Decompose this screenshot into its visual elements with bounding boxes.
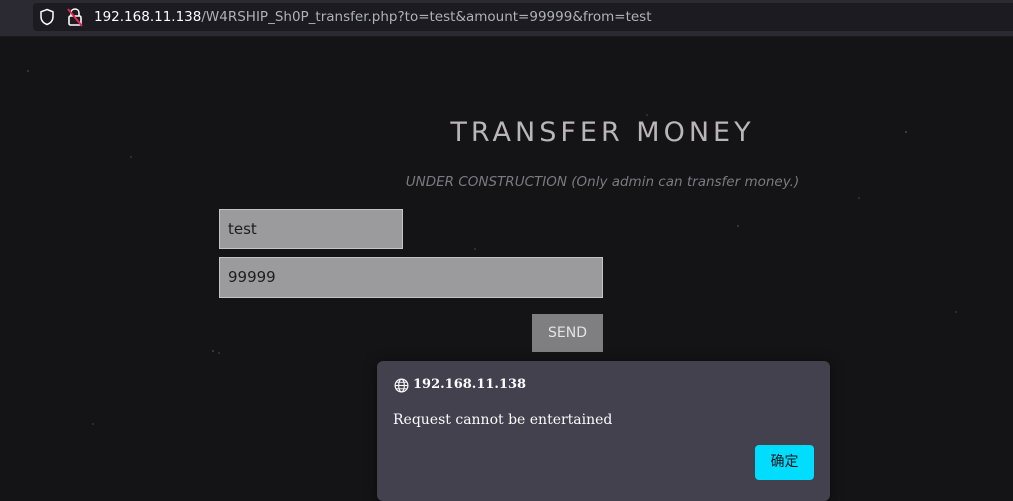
globe-icon (394, 378, 409, 393)
star-dot (92, 423, 94, 425)
star-dot (130, 156, 132, 158)
star-dot (474, 248, 476, 250)
star-dot (858, 197, 860, 199)
recipient-input[interactable]: test (219, 209, 403, 249)
star-dot (212, 350, 214, 352)
dialog-message: Request cannot be entertained (393, 412, 613, 428)
star-dot (27, 70, 29, 72)
shield-icon[interactable] (38, 8, 56, 26)
dialog-origin: 192.168.11.138 (413, 377, 527, 392)
star-dot (737, 225, 739, 227)
alert-dialog: 192.168.11.138 Request cannot be enterta… (377, 361, 830, 501)
ok-button[interactable]: 确定 (755, 445, 814, 480)
url-bar: 192.168.11.138/W4RSHIP_Sh0P_transfer.php… (0, 0, 1013, 37)
star-dot (955, 311, 957, 313)
send-button[interactable]: SEND (532, 314, 603, 352)
amount-input[interactable]: 99999 (219, 257, 603, 298)
insecure-lock-icon[interactable] (66, 7, 84, 27)
star-dot (905, 131, 907, 133)
star-dot (646, 114, 648, 116)
star-dot (218, 352, 220, 354)
url-text[interactable]: 192.168.11.138/W4RSHIP_Sh0P_transfer.php… (94, 9, 652, 25)
url-host: 192.168.11.138 (94, 9, 202, 25)
page-title: TRANSFER MONEY (450, 117, 755, 148)
url-path: /W4RSHIP_Sh0P_transfer.php?to=test&amoun… (201, 9, 652, 25)
page-subtitle: UNDER CONSTRUCTION (Only admin can trans… (405, 174, 800, 190)
